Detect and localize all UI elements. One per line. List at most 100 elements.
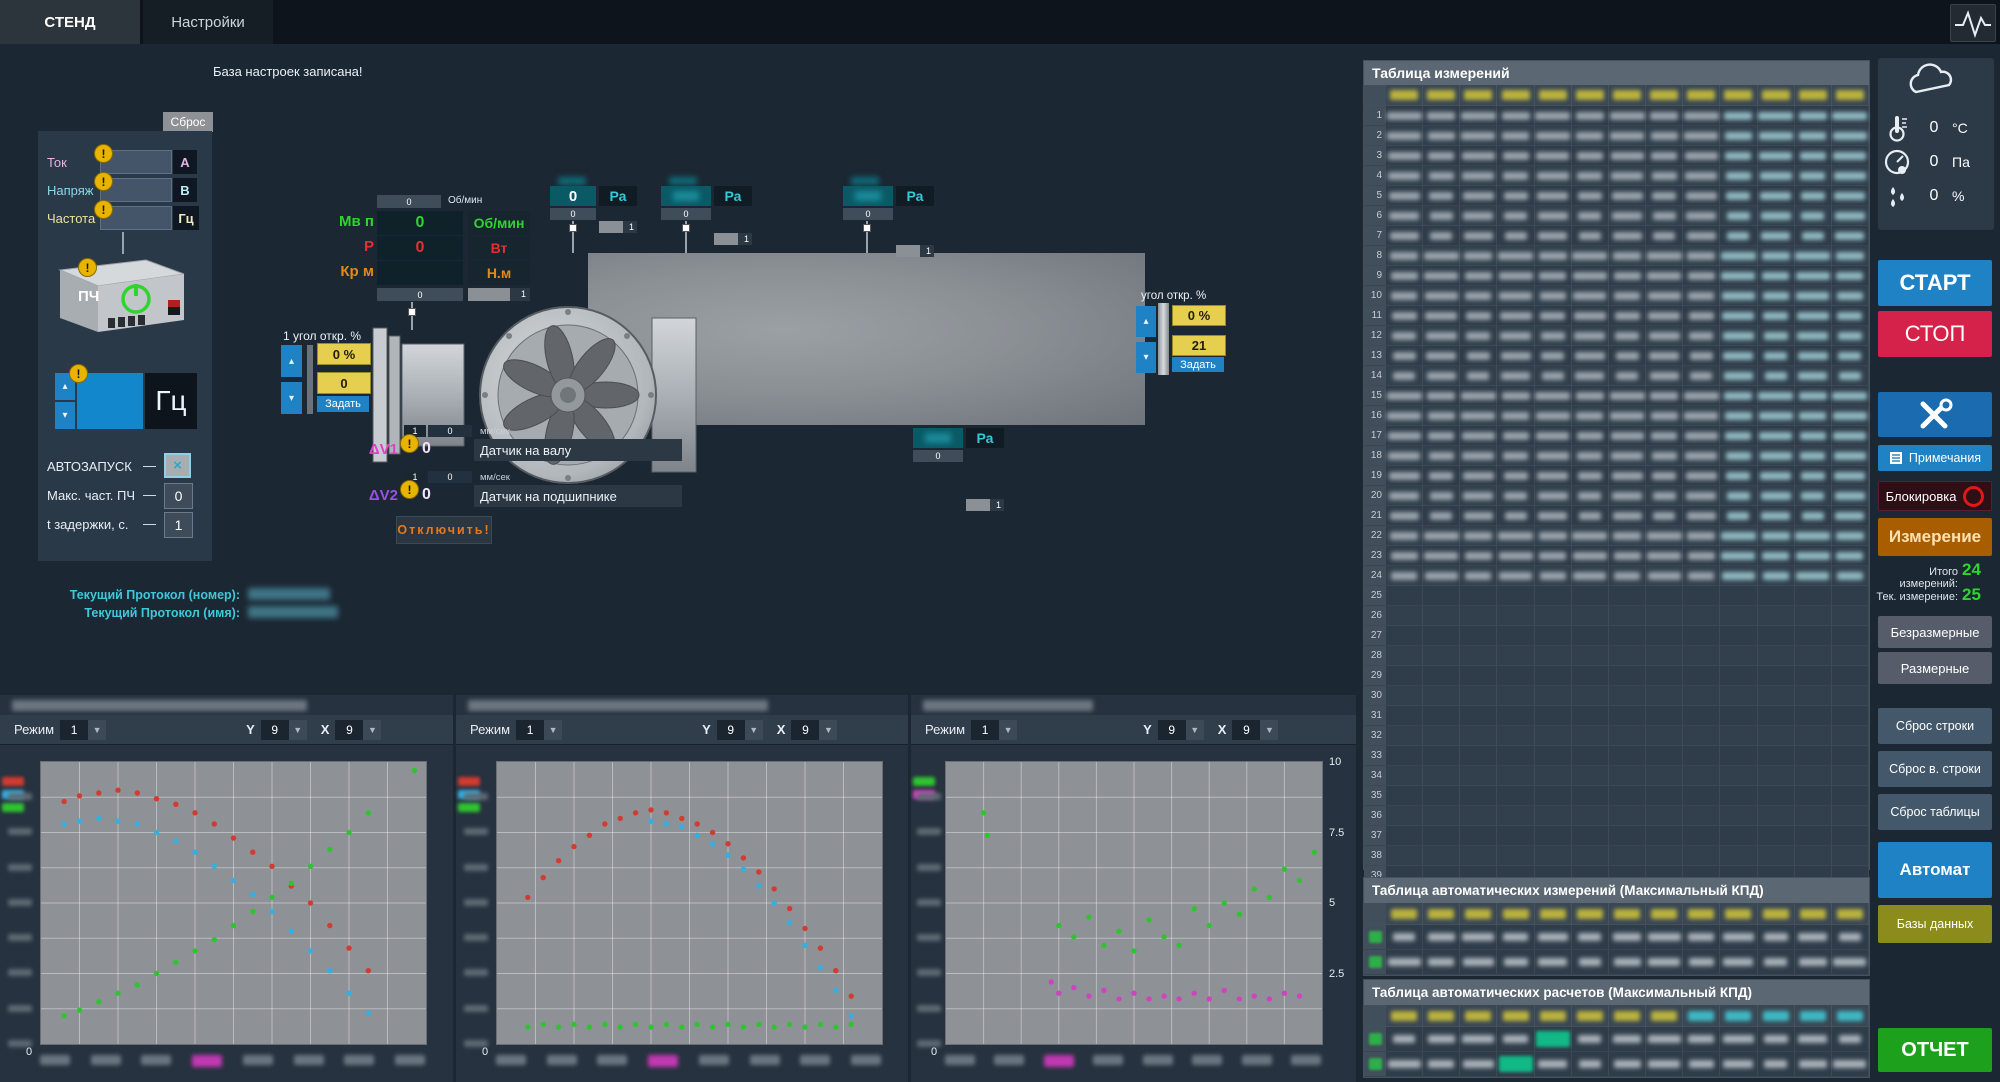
table-cell[interactable] [1646,826,1683,845]
table-cell[interactable] [1720,326,1757,345]
table-cell[interactable] [1758,950,1795,974]
table-cell[interactable] [1423,146,1460,165]
table-cell[interactable] [1572,146,1609,165]
table-cell[interactable] [1572,786,1609,805]
table-cell[interactable] [1609,446,1646,465]
table-cell[interactable] [1609,166,1646,185]
table-cell[interactable] [1646,586,1683,605]
table-cell[interactable] [1758,226,1795,245]
table-cell[interactable] [1758,846,1795,865]
table-cell[interactable] [1720,306,1757,325]
table-row[interactable]: 23 [1364,546,1869,566]
table-cell[interactable] [1572,406,1609,425]
table-cell[interactable] [1795,466,1832,485]
table-cell[interactable] [1795,1027,1832,1051]
table-cell[interactable] [1497,386,1534,405]
table-cell[interactable] [1758,686,1795,705]
gauge-slider[interactable]: 1 [599,221,637,233]
table-cell[interactable] [1758,806,1795,825]
table-cell[interactable] [1720,1052,1757,1076]
table-cell[interactable] [1720,826,1757,845]
table-cell[interactable] [1535,546,1572,565]
valve-slider-bar[interactable] [1158,303,1169,375]
table-cell[interactable] [1572,646,1609,665]
table-cell[interactable] [1683,706,1720,725]
table-cell[interactable] [1386,586,1423,605]
y-axis-dropdown[interactable]: 9▼ [1158,720,1204,740]
table-cell[interactable] [1460,606,1497,625]
table-cell[interactable] [1720,726,1757,745]
y-axis-dropdown[interactable]: 9▼ [717,720,763,740]
table-cell[interactable] [1386,266,1423,285]
table-cell[interactable] [1758,706,1795,725]
table-cell[interactable] [1460,806,1497,825]
table-cell[interactable] [1609,666,1646,685]
table-cell[interactable] [1758,346,1795,365]
disable-sensors-button[interactable]: Отключить! [396,516,492,544]
table-cell[interactable] [1386,126,1423,145]
table-cell[interactable] [1795,126,1832,145]
gauge-slider-min[interactable]: 0 [661,208,711,220]
table-cell[interactable] [1535,786,1572,805]
table-cell[interactable] [1720,106,1757,125]
table-cell[interactable] [1683,626,1720,645]
mode-dropdown[interactable]: 1▼ [60,720,106,740]
table-cell[interactable] [1832,146,1869,165]
table-cell[interactable] [1535,406,1572,425]
table-cell[interactable] [1423,346,1460,365]
table-cell[interactable] [1423,386,1460,405]
table-cell[interactable] [1497,486,1534,505]
table-cell[interactable] [1683,346,1720,365]
table-cell[interactable] [1460,1052,1497,1076]
table-cell[interactable] [1572,666,1609,685]
table-cell[interactable] [1460,826,1497,845]
gauge-slider[interactable]: 1 [966,499,1004,511]
table-cell[interactable] [1386,806,1423,825]
table-cell[interactable] [1720,226,1757,245]
table-cell[interactable] [1386,706,1423,725]
table-cell[interactable] [1460,206,1497,225]
table-cell[interactable] [1386,346,1423,365]
table-cell[interactable] [1572,806,1609,825]
table-cell[interactable] [1683,726,1720,745]
table-cell[interactable] [1460,426,1497,445]
gauge-slider-min[interactable]: 0 [913,450,963,462]
table-cell[interactable] [1535,706,1572,725]
table-cell[interactable] [1683,606,1720,625]
table-cell[interactable] [1646,1027,1683,1051]
table-cell[interactable] [1646,286,1683,305]
table-cell[interactable] [1572,366,1609,385]
autostart-checkbox[interactable]: × [164,453,191,478]
table-cell[interactable] [1646,626,1683,645]
table-cell[interactable] [1572,326,1609,345]
table-cell[interactable] [1683,646,1720,665]
table-cell[interactable] [1423,206,1460,225]
table-cell[interactable] [1720,925,1757,949]
table-cell[interactable] [1720,566,1757,585]
table-cell[interactable] [1423,566,1460,585]
table-cell[interactable] [1832,526,1869,545]
table-cell[interactable] [1423,846,1460,865]
table-cell[interactable] [1832,726,1869,745]
table-cell[interactable] [1758,546,1795,565]
table-row[interactable] [1364,1052,1869,1077]
table-cell[interactable] [1646,446,1683,465]
table-row[interactable]: 31 [1364,706,1869,726]
x-axis-dropdown[interactable]: 9▼ [1232,720,1278,740]
table-row[interactable]: 9 [1364,266,1869,286]
table-cell[interactable] [1386,826,1423,845]
delay-input[interactable]: 1 [164,512,193,538]
table-cell[interactable] [1609,726,1646,745]
table-cell[interactable] [1497,326,1534,345]
table-cell[interactable] [1832,426,1869,445]
table-cell[interactable] [1460,146,1497,165]
table-cell[interactable] [1832,586,1869,605]
table-cell[interactable] [1460,586,1497,605]
table-cell[interactable] [1535,106,1572,125]
table-cell[interactable] [1460,166,1497,185]
table-cell[interactable] [1646,786,1683,805]
table-cell[interactable] [1720,386,1757,405]
table-cell[interactable] [1646,126,1683,145]
table-cell[interactable] [1683,186,1720,205]
left-valve-up-button[interactable]: ▴ [281,345,302,377]
